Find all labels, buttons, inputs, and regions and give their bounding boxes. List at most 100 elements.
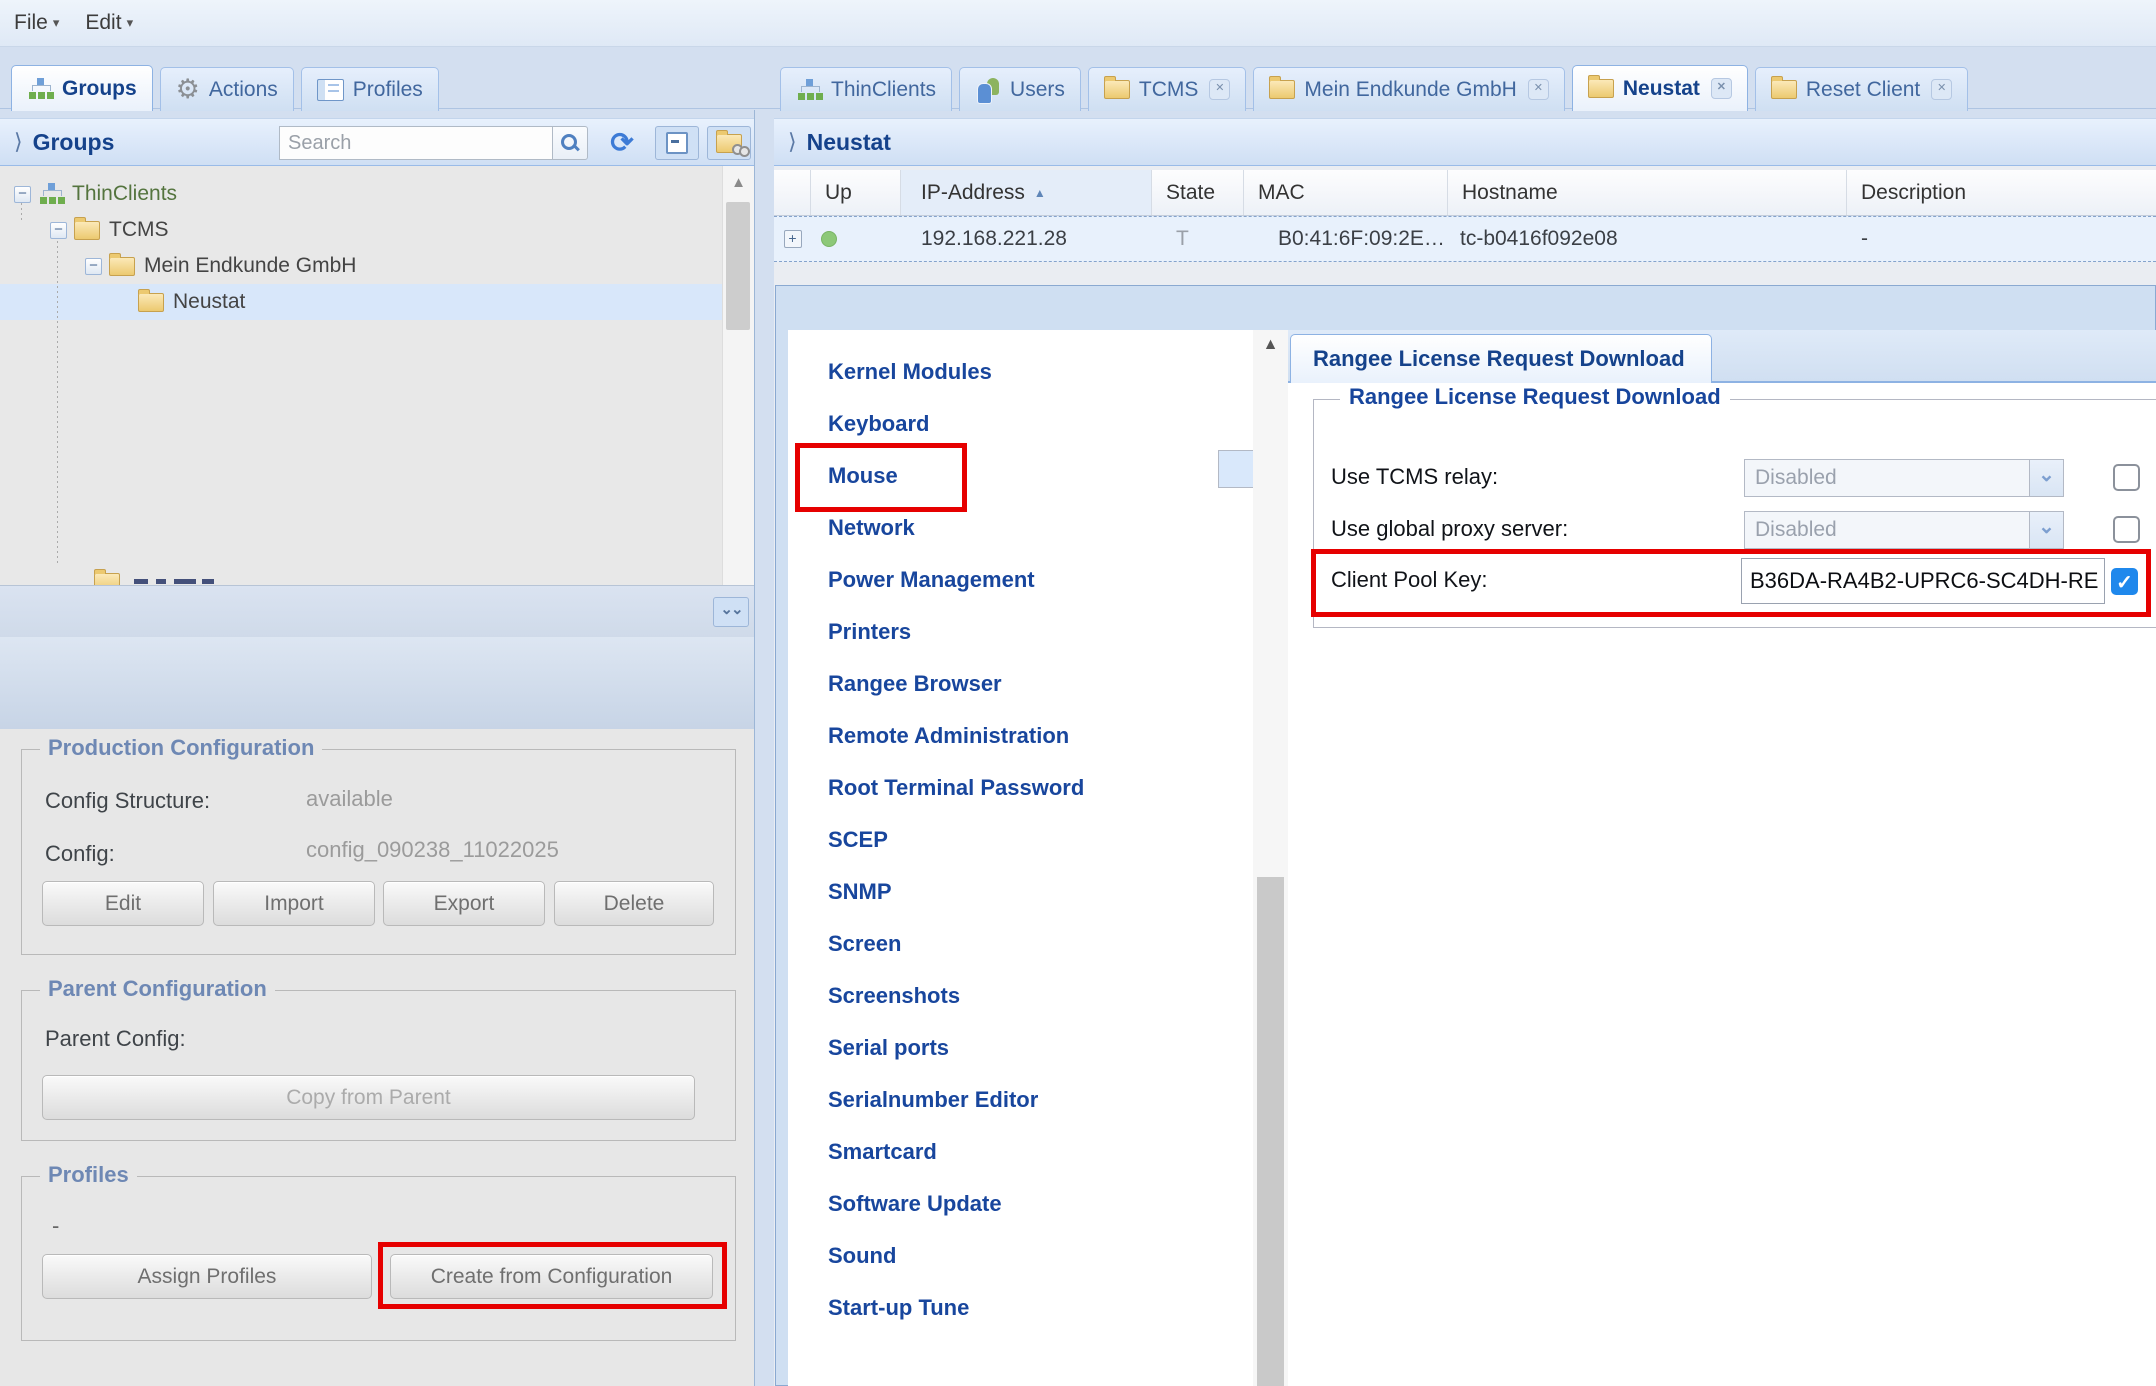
tab-rangee-license-request-download[interactable]: Rangee License Request Download: [1290, 334, 1712, 383]
profiles-legend: Profiles: [40, 1162, 137, 1188]
row-expand-icon[interactable]: +: [784, 230, 802, 248]
scrollbar-thumb[interactable]: [726, 202, 750, 330]
list-item[interactable]: Kernel Modules: [788, 346, 1253, 398]
tree-item-tcms[interactable]: − TCMS: [50, 212, 169, 248]
config-value: config_090238_11022025: [306, 837, 559, 863]
use-global-proxy-select[interactable]: Disabled ⌄: [1744, 511, 2064, 549]
scrollbar-thumb[interactable]: [1257, 877, 1284, 1386]
collapse-minus-icon[interactable]: −: [14, 186, 31, 203]
list-item[interactable]: Serial ports: [788, 1022, 1253, 1074]
collapse-minus-icon[interactable]: −: [85, 258, 102, 275]
menu-file[interactable]: File ▾: [14, 11, 59, 35]
list-item[interactable]: Root Terminal Password: [788, 762, 1253, 814]
scroll-up-icon[interactable]: ▲: [1253, 336, 1288, 354]
tab-tcms-label: TCMS: [1139, 78, 1199, 102]
use-tcms-relay-select[interactable]: Disabled ⌄: [1744, 459, 2064, 497]
list-item[interactable]: Serialnumber Editor: [788, 1074, 1253, 1126]
tab-groups[interactable]: Groups: [11, 65, 153, 111]
tab-neustat[interactable]: Neustat ✕: [1572, 65, 1748, 111]
list-item[interactable]: Start-up Tune: [788, 1282, 1253, 1334]
list-item[interactable]: Screenshots: [788, 970, 1253, 1022]
highlight-create-from-configuration: [378, 1242, 727, 1309]
delete-button[interactable]: Delete: [554, 881, 714, 926]
tab-thinclients-label: ThinClients: [831, 78, 936, 102]
chevron-down-icon[interactable]: ⌄: [2029, 460, 2063, 496]
grid-header-state[interactable]: State: [1152, 170, 1244, 215]
folder-icon: [109, 257, 135, 276]
tree-item-mein-endkunde[interactable]: − Mein Endkunde GmbH: [85, 248, 356, 284]
tab-reset-client-label: Reset Client: [1806, 78, 1920, 102]
tree-item-thinclients[interactable]: − ThinClients: [14, 176, 177, 212]
tab-reset-client[interactable]: Reset Client ✕: [1755, 67, 1968, 111]
tree-item-label: Mein Endkunde GmbH: [144, 254, 356, 278]
cell-mac: B0:41:6F:09:2E…: [1244, 217, 1448, 261]
list-item[interactable]: Remote Administration: [788, 710, 1253, 762]
refresh-icon: ⟳: [610, 129, 633, 157]
grid-header-description[interactable]: Description: [1847, 170, 2156, 215]
list-item[interactable]: Printers: [788, 606, 1253, 658]
import-button[interactable]: Import: [213, 881, 375, 926]
close-icon[interactable]: ✕: [1528, 79, 1549, 100]
export-button[interactable]: Export: [383, 881, 545, 926]
use-tcms-relay-value: Disabled: [1755, 460, 1837, 496]
tree-scrollbar[interactable]: ▲: [722, 166, 754, 585]
refresh-button[interactable]: ⟳: [602, 126, 642, 160]
sort-ascending-icon: ▲: [1034, 186, 1046, 200]
menu-file-label: File: [14, 11, 48, 35]
scroll-up-icon[interactable]: ▲: [723, 169, 754, 197]
tab-mein-endkunde[interactable]: Mein Endkunde GmbH ✕: [1253, 67, 1564, 111]
copy-from-parent-button[interactable]: Copy from Parent: [42, 1075, 695, 1120]
close-icon[interactable]: ✕: [1711, 78, 1732, 99]
list-item[interactable]: Power Management: [788, 554, 1253, 606]
collapse-all-button[interactable]: [655, 126, 699, 160]
assign-profiles-button[interactable]: Assign Profiles: [42, 1254, 372, 1299]
menu-edit-label: Edit: [85, 11, 121, 35]
tree-selection-highlight: [0, 284, 755, 320]
search-input[interactable]: [279, 126, 570, 160]
double-chevron-down-icon[interactable]: ⌄⌄: [713, 597, 749, 627]
list-item[interactable]: Sound: [788, 1230, 1253, 1282]
search-button[interactable]: [552, 126, 588, 160]
users-icon: [975, 77, 1001, 103]
tab-actions[interactable]: ⚙ Actions: [160, 67, 294, 111]
list-item-selected[interactable]: License: [1218, 450, 1253, 488]
tab-thinclients[interactable]: ThinClients: [780, 67, 952, 111]
chevron-down-icon[interactable]: ⌄: [2029, 512, 2063, 548]
grid-header-mac[interactable]: MAC: [1244, 170, 1448, 215]
list-item[interactable]: SNMP: [788, 866, 1253, 918]
tab-profiles-label: Profiles: [353, 78, 423, 102]
close-icon[interactable]: ✕: [1931, 79, 1952, 100]
caret-down-icon: ▾: [127, 15, 134, 31]
grid-header-ip[interactable]: IP-Address ▲: [901, 170, 1152, 215]
cell-description: -: [1847, 217, 2156, 261]
list-item[interactable]: Software Update: [788, 1178, 1253, 1230]
tab-profiles[interactable]: Profiles: [301, 67, 439, 111]
list-item[interactable]: SCEP: [788, 814, 1253, 866]
folder-icon: [1771, 80, 1797, 99]
groups-panel-title: Groups: [33, 129, 115, 156]
tab-tcms[interactable]: TCMS ✕: [1088, 67, 1247, 111]
tab-users[interactable]: Users: [959, 67, 1081, 111]
caret-down-icon: ▾: [53, 15, 60, 31]
table-row[interactable]: + 192.168.221.28 T B0:41:6F:09:2E… tc-b0…: [774, 216, 2156, 262]
folder-link-button[interactable]: [707, 126, 751, 160]
close-icon[interactable]: ✕: [1209, 79, 1230, 100]
tree-item-neustat[interactable]: Neustat: [138, 284, 245, 320]
cell-hostname: tc-b0416f092e08: [1448, 217, 1847, 261]
grid-header-up[interactable]: Up: [811, 170, 901, 215]
edit-button[interactable]: Edit: [42, 881, 204, 926]
list-item[interactable]: Rangee Browser: [788, 658, 1253, 710]
grid-header-hostname[interactable]: Hostname: [1448, 170, 1847, 215]
production-configuration-legend: Production Configuration: [40, 735, 322, 761]
settings-list-scrollbar[interactable]: ▲: [1253, 330, 1288, 1386]
use-global-proxy-checkbox[interactable]: [2113, 516, 2140, 543]
config-structure-label: Config Structure:: [45, 788, 210, 814]
neustat-panel-header: ⟩ Neustat: [774, 118, 2156, 166]
panel-divider: [754, 110, 755, 1386]
list-item[interactable]: Smartcard: [788, 1126, 1253, 1178]
menu-edit[interactable]: Edit ▾: [85, 11, 133, 35]
list-item[interactable]: Screen: [788, 918, 1253, 970]
parent-config-label: Parent Config:: [45, 1026, 186, 1052]
collapse-minus-icon[interactable]: −: [50, 222, 67, 239]
use-tcms-relay-checkbox[interactable]: [2113, 464, 2140, 491]
